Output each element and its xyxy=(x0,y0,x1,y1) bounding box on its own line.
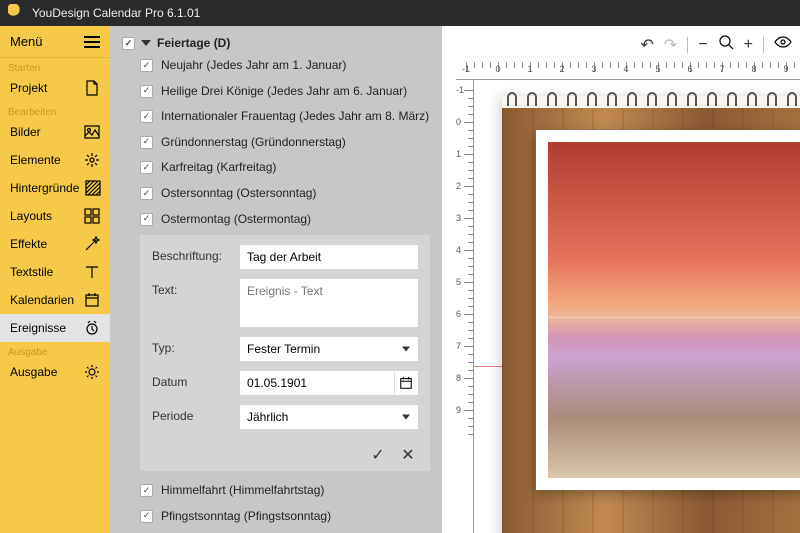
date-picker-button[interactable] xyxy=(394,371,418,395)
sidebar-section-ausgabe: Ausgabe xyxy=(0,342,110,358)
text-icon xyxy=(84,264,100,280)
redo-button[interactable]: ↷ xyxy=(664,35,677,55)
typ-label: Typ: xyxy=(152,337,232,355)
app-title: YouDesign Calendar Pro 6.1.01 xyxy=(32,6,200,20)
text-input[interactable] xyxy=(240,279,418,327)
checkbox-icon[interactable]: ✓ xyxy=(140,59,153,72)
sunset-photo xyxy=(548,142,800,478)
event-editor: Beschriftung: Text: Typ: Fester Termin D… xyxy=(140,235,430,471)
sidebar-item-elemente[interactable]: Elemente xyxy=(0,146,110,174)
events-list-after: ✓Himmelfahrt (Himmelfahrtstag) ✓Pfingsts… xyxy=(122,483,430,533)
canvas-toolbar: ↶ ↷ − + xyxy=(633,34,800,55)
zoom-in-button[interactable]: + xyxy=(744,36,753,54)
confirm-button[interactable]: ✓ xyxy=(368,445,388,465)
events-list-before: ✓Neujahr (Jedes Jahr am 1. Januar) ✓Heil… xyxy=(122,58,430,227)
event-row[interactable]: ✓Ostermontag (Ostermontag) xyxy=(140,212,430,228)
sidebar-section-bearbeiten: Bearbeiten xyxy=(0,102,110,118)
checkbox-icon[interactable]: ✓ xyxy=(140,161,153,174)
periode-label: Periode xyxy=(152,405,232,423)
hamburger-icon xyxy=(84,36,100,48)
checkbox-icon[interactable]: ✓ xyxy=(140,510,153,523)
document-icon xyxy=(84,80,100,96)
vertical-ruler: -10123456789 xyxy=(456,80,474,533)
horizontal-ruler: -10123456789 xyxy=(456,62,800,80)
photo-frame[interactable] xyxy=(536,130,800,490)
sidebar-section-starten: Starten xyxy=(0,58,110,74)
grid-icon xyxy=(84,208,100,224)
menu-button[interactable]: Menü xyxy=(0,26,110,58)
title-bar: YouDesign Calendar Pro 6.1.01 xyxy=(0,0,800,26)
calendar-icon xyxy=(399,376,413,390)
wand-icon xyxy=(84,236,100,252)
app-logo-icon xyxy=(8,4,26,22)
event-row[interactable]: ✓Himmelfahrt (Himmelfahrtstag) xyxy=(140,483,430,499)
events-group-header[interactable]: ✓ Feiertage (D) xyxy=(122,36,430,50)
canvas-area[interactable]: ↶ ↷ − + -10123456789 -10123456789 xyxy=(442,26,800,533)
text-label: Text: xyxy=(152,279,232,297)
checkbox-icon[interactable]: ✓ xyxy=(122,37,135,50)
clock-icon xyxy=(84,320,100,336)
sidebar-item-layouts[interactable]: Layouts xyxy=(0,202,110,230)
sidebar-item-ausgabe[interactable]: Ausgabe xyxy=(0,358,110,386)
checkbox-icon[interactable]: ✓ xyxy=(140,110,153,123)
preview-button[interactable] xyxy=(774,35,792,54)
sidebar-item-projekt[interactable]: Projekt xyxy=(0,74,110,102)
zoom-out-button[interactable]: − xyxy=(698,36,707,54)
sidebar-item-bilder[interactable]: Bilder xyxy=(0,118,110,146)
event-row[interactable]: ✓Internationaler Frauentag (Jedes Jahr a… xyxy=(140,109,430,125)
undo-button[interactable]: ↶ xyxy=(641,35,654,55)
event-row[interactable]: ✓Gründonnerstag (Gründonnerstag) xyxy=(140,135,430,151)
event-row[interactable]: ✓Neujahr (Jedes Jahr am 1. Januar) xyxy=(140,58,430,74)
flower-icon xyxy=(84,152,100,168)
checkbox-icon[interactable]: ✓ xyxy=(140,213,153,226)
event-row[interactable]: ✓Karfreitag (Karfreitag) xyxy=(140,160,430,176)
checkbox-icon[interactable]: ✓ xyxy=(140,85,153,98)
event-row[interactable]: ✓Heilige Drei Könige (Jedes Jahr am 6. J… xyxy=(140,84,430,100)
calendar-page[interactable] xyxy=(502,96,800,533)
periode-select[interactable]: Jährlich xyxy=(240,405,418,429)
event-row[interactable]: ✓Pfingstsonntag (Pfingstsonntag) xyxy=(140,509,430,525)
beschriftung-label: Beschriftung: xyxy=(152,245,232,263)
eye-icon xyxy=(774,35,792,49)
event-row[interactable]: ✓Ostersonntag (Ostersonntag) xyxy=(140,186,430,202)
events-panel: ✓ Feiertage (D) ✓Neujahr (Jedes Jahr am … xyxy=(110,26,442,533)
events-group-label: Feiertage (D) xyxy=(157,36,230,50)
cancel-button[interactable]: ✕ xyxy=(398,445,418,465)
datum-label: Datum xyxy=(152,371,232,389)
sidebar-item-kalendarien[interactable]: Kalendarien xyxy=(0,286,110,314)
calendar-icon xyxy=(84,292,100,308)
image-icon xyxy=(84,124,100,140)
sidebar-item-ereignisse[interactable]: Ereignisse xyxy=(0,314,110,342)
checkbox-icon[interactable]: ✓ xyxy=(140,484,153,497)
sidebar: Menü Starten Projekt Bearbeiten Bilder E… xyxy=(0,26,110,533)
beschriftung-input[interactable] xyxy=(240,245,418,269)
menu-label: Menü xyxy=(10,34,43,49)
typ-select[interactable]: Fester Termin xyxy=(240,337,418,361)
sun-icon xyxy=(84,364,100,380)
zoom-fit-button[interactable] xyxy=(718,34,734,55)
sidebar-item-hintergruende[interactable]: Hintergründe xyxy=(0,174,110,202)
datum-input[interactable] xyxy=(240,371,394,395)
sidebar-item-textstile[interactable]: Textstile xyxy=(0,258,110,286)
hatch-icon xyxy=(85,180,101,196)
separator xyxy=(687,37,688,53)
sidebar-item-effekte[interactable]: Effekte xyxy=(0,230,110,258)
checkbox-icon[interactable]: ✓ xyxy=(140,187,153,200)
checkbox-icon[interactable]: ✓ xyxy=(140,136,153,149)
chevron-down-icon xyxy=(141,40,151,46)
separator xyxy=(763,37,764,53)
magnifier-icon xyxy=(718,34,734,50)
